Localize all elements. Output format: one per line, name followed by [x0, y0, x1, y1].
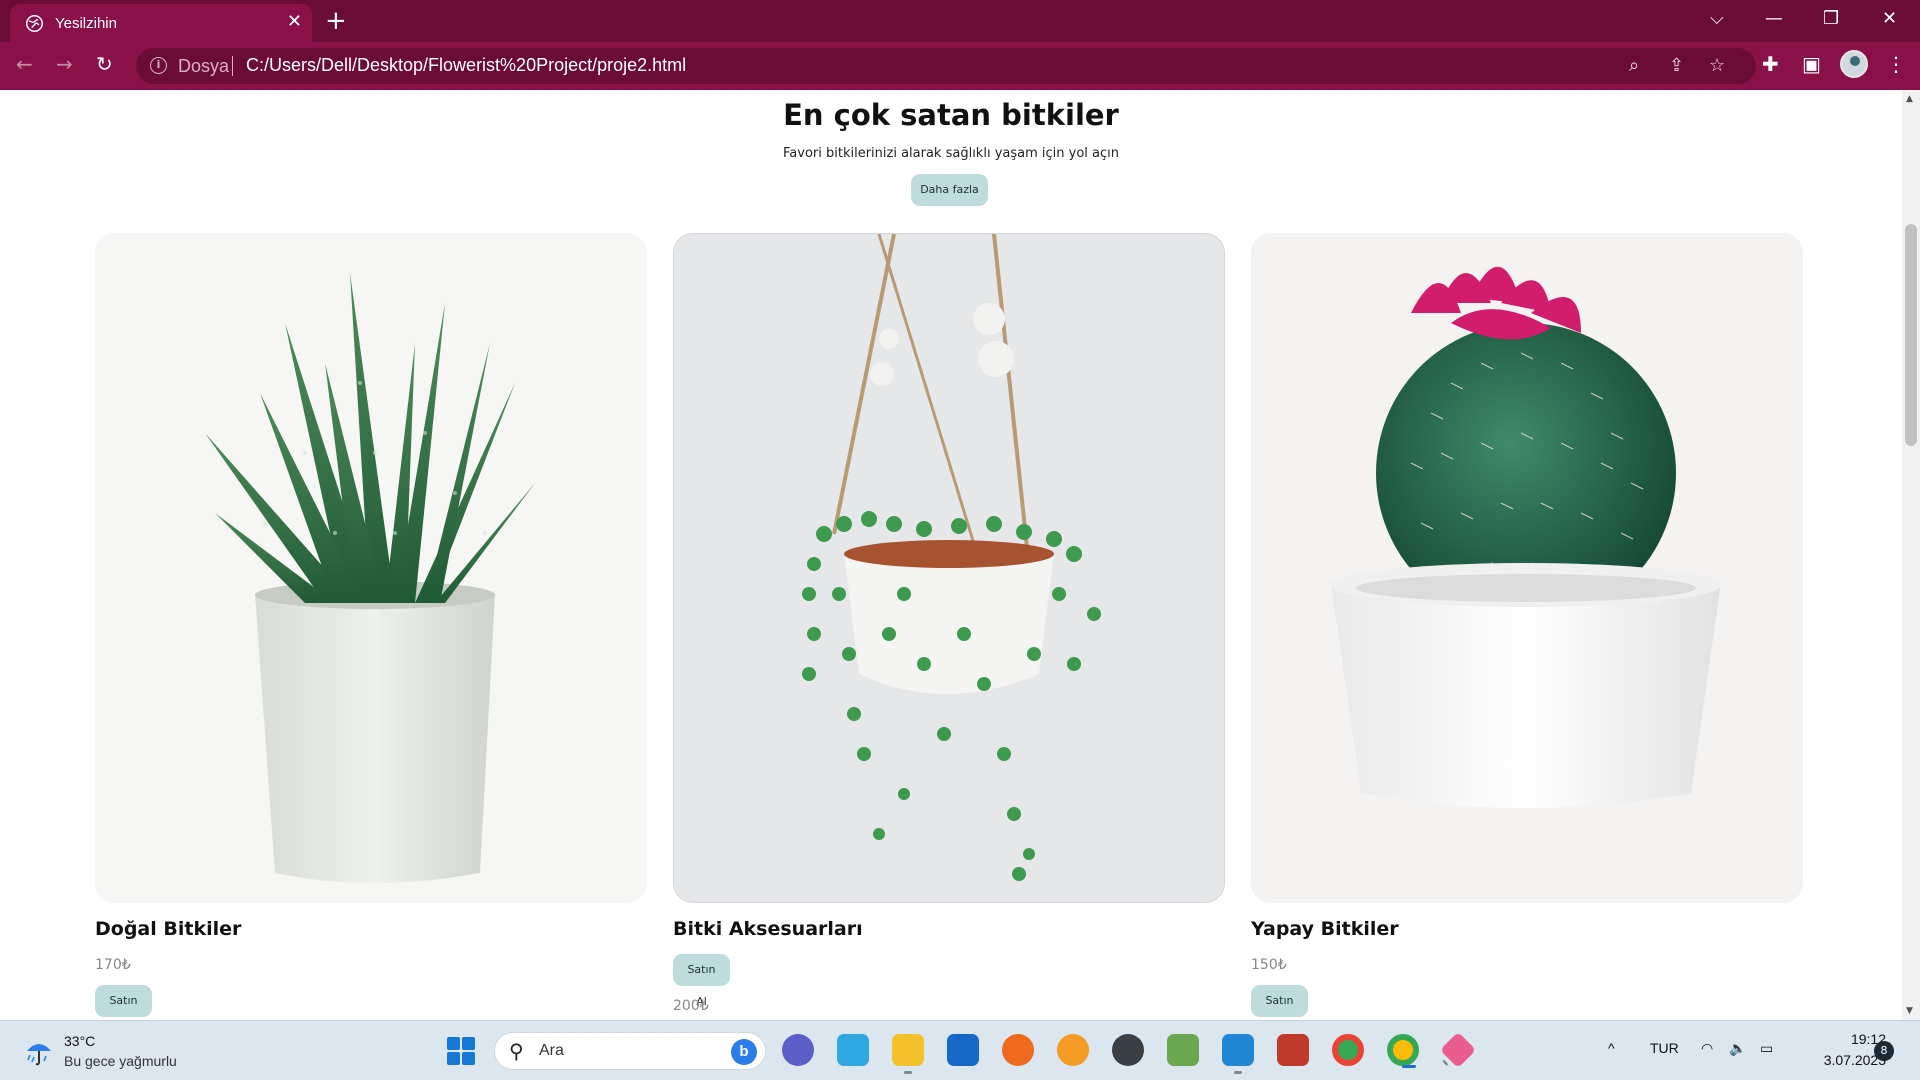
product-price: 200₺	[673, 998, 709, 1014]
rain-umbrella-icon[interactable]	[24, 1037, 54, 1071]
wifi-icon[interactable]: ◠	[1701, 1040, 1713, 1057]
forward-button[interactable]: →	[56, 52, 73, 76]
firefox-icon[interactable]	[1002, 1034, 1034, 1066]
tab-close-icon[interactable]: ✕	[287, 12, 302, 32]
scroll-thumb[interactable]	[1905, 224, 1917, 446]
more-button[interactable]: Daha fazla	[911, 174, 988, 206]
store-app-icon[interactable]	[837, 1034, 869, 1066]
bookmark-star-icon[interactable]: ☆	[1709, 55, 1725, 76]
search-magnifier-app-icon[interactable]	[1057, 1034, 1089, 1066]
restore-button[interactable]: ❐	[1823, 8, 1839, 29]
search-icon: ⚲	[509, 1039, 524, 1063]
windows-start-icon[interactable]	[447, 1037, 475, 1065]
tab-title: Yesilzihin	[55, 15, 117, 32]
page-scrollbar[interactable]: ▲ ▼	[1902, 90, 1920, 1020]
search-placeholder: Ara	[539, 1042, 564, 1059]
reload-button[interactable]: ↻	[96, 52, 113, 76]
page-viewport: En çok satan bitkiler Favori bitkilerini…	[0, 90, 1902, 1020]
chrome-icon[interactable]	[1332, 1034, 1364, 1066]
product-title: Bitki Aksesuarları	[673, 918, 863, 940]
product-title: Doğal Bitkiler	[95, 918, 242, 940]
buy-button[interactable]: Satın Al	[95, 985, 152, 1017]
site-info-icon[interactable]: i	[150, 57, 167, 74]
back-button[interactable]: ←	[16, 52, 33, 76]
language-indicator[interactable]: TUR	[1650, 1040, 1679, 1056]
product-image-artificial-plants[interactable]	[1251, 233, 1803, 903]
product-image-plant-accessories[interactable]	[673, 233, 1225, 903]
new-tab-button[interactable]: +	[325, 6, 347, 36]
section-heading: En çok satan bitkiler	[783, 98, 1119, 132]
globe-icon	[26, 15, 43, 32]
notification-badge[interactable]: 8	[1874, 1041, 1894, 1061]
chat-app-icon[interactable]	[782, 1034, 814, 1066]
close-window-button[interactable]: ✕	[1882, 8, 1897, 29]
url-text[interactable]: C:/Users/Dell/Desktop/Flowerist%20Projec…	[246, 55, 686, 76]
section-subheading: Favori bitkilerinizi alarak sağlıklı yaş…	[783, 146, 1119, 161]
mail-app-icon[interactable]	[947, 1034, 979, 1066]
windows-taskbar: 33°C Bu gece yağmurlu ⚲ Ara b ^ TUR ◠ 🔈 …	[0, 1020, 1920, 1080]
weather-description[interactable]: Bu gece yağmurlu	[64, 1053, 177, 1069]
menu-icon[interactable]: ⋮	[1886, 52, 1906, 76]
buy-button[interactable]: Satın Al	[673, 954, 730, 1008]
zoom-icon[interactable]: ⌕	[1629, 55, 1639, 76]
image-app-icon[interactable]	[1167, 1034, 1199, 1066]
scroll-down-arrow-icon[interactable]: ▼	[1906, 1006, 1913, 1016]
file-explorer-icon[interactable]	[892, 1034, 924, 1074]
browser-toolbar: ← → ↻ i Dosya C:/Users/Dell/Desktop/Flow…	[0, 42, 1920, 90]
address-bar[interactable]: i Dosya C:/Users/Dell/Desktop/Flowerist%…	[136, 48, 1756, 84]
tray-chevron-icon[interactable]: ^	[1608, 1040, 1615, 1056]
clock-date[interactable]: 3.07.2023	[1800, 1052, 1886, 1068]
side-panel-icon[interactable]: ▣	[1802, 52, 1821, 76]
profile-avatar[interactable]	[1840, 50, 1868, 78]
chrome-profile-icon[interactable]	[1387, 1034, 1419, 1068]
minimize-button[interactable]: —	[1765, 8, 1783, 29]
bing-icon[interactable]: b	[731, 1039, 757, 1065]
taskbar-search[interactable]: ⚲ Ara b	[494, 1032, 766, 1070]
vscode-icon[interactable]	[1222, 1034, 1254, 1074]
dark-app-icon[interactable]	[1112, 1034, 1144, 1066]
extensions-icon[interactable]: ✚	[1762, 52, 1779, 76]
address-divider	[232, 56, 233, 76]
weather-temperature[interactable]: 33°C	[64, 1033, 95, 1049]
volume-icon[interactable]: 🔈	[1729, 1040, 1746, 1057]
product-price: 170₺	[95, 957, 131, 973]
product-price: 150₺	[1251, 957, 1287, 973]
product-image-natural-plants[interactable]	[95, 233, 647, 903]
product-title: Yapay Bitkiler	[1251, 918, 1399, 940]
browser-tab-bar: Yesilzihin ✕ + ⌵ — ❐ ✕	[0, 0, 1920, 42]
share-icon[interactable]: ⇪	[1669, 55, 1684, 76]
tab-list-icon[interactable]: ⌵	[1710, 8, 1724, 29]
battery-icon[interactable]: ▭	[1760, 1040, 1773, 1057]
scheme-label: Dosya	[178, 56, 230, 76]
browser-tab[interactable]: Yesilzihin ✕	[10, 4, 312, 42]
scroll-up-arrow-icon[interactable]: ▲	[1906, 94, 1913, 104]
diamond-app-icon[interactable]	[1439, 1031, 1477, 1069]
buy-button[interactable]: Satın Al	[1251, 985, 1308, 1017]
recorder-app-icon[interactable]	[1277, 1034, 1309, 1066]
